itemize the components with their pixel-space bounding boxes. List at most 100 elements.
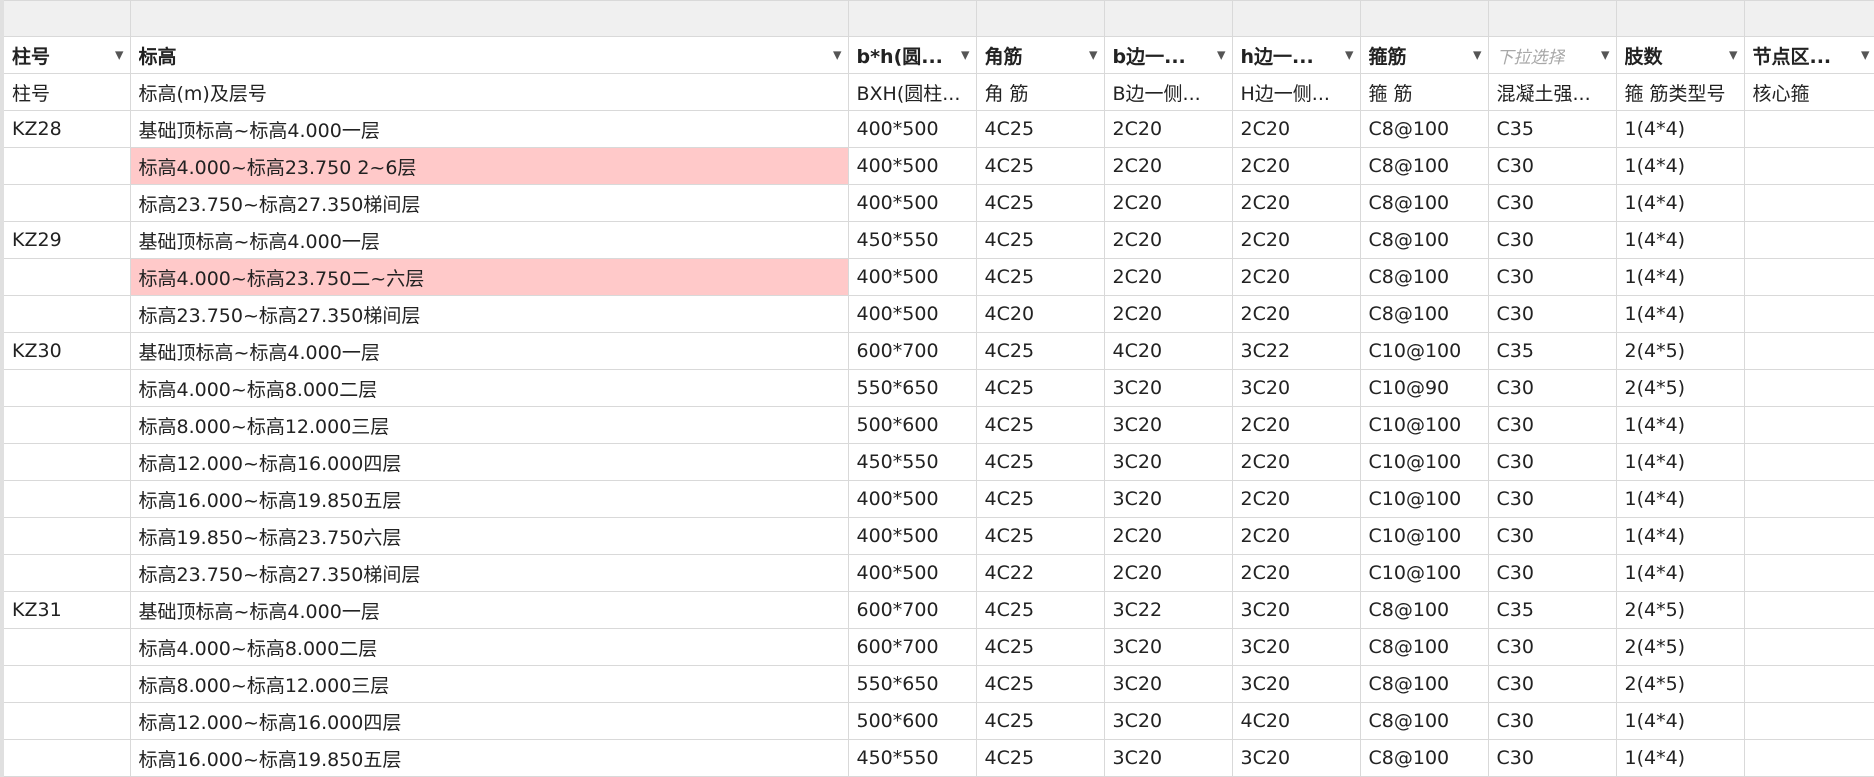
- table-cell[interactable]: [1743, 480, 1874, 518]
- table-cell[interactable]: 1(4*4): [1615, 739, 1745, 777]
- table-cell[interactable]: 3C20: [1103, 739, 1233, 777]
- column-handle[interactable]: [975, 0, 1105, 37]
- column-header[interactable]: h边一... ▼: [1231, 36, 1361, 74]
- table-cell[interactable]: [1743, 443, 1874, 481]
- table-cell[interactable]: 3C20: [1103, 443, 1233, 481]
- table-cell[interactable]: [1743, 702, 1874, 740]
- table-cell[interactable]: [1743, 665, 1874, 703]
- table-cell[interactable]: 3C22: [1231, 332, 1361, 370]
- table-cell[interactable]: 标高12.000~标高16.000四层: [129, 443, 849, 481]
- table-cell[interactable]: [1743, 332, 1874, 370]
- table-cell[interactable]: 4C25: [975, 147, 1105, 185]
- table-cell[interactable]: C8@100: [1359, 739, 1489, 777]
- table-cell[interactable]: C8@100: [1359, 628, 1489, 666]
- table-cell[interactable]: 标高16.000~标高19.850五层: [129, 739, 849, 777]
- table-cell[interactable]: [0, 443, 131, 481]
- table-cell[interactable]: [0, 258, 131, 296]
- table-cell[interactable]: 标高23.750~标高27.350梯间层: [129, 184, 849, 222]
- table-cell[interactable]: [1743, 406, 1874, 444]
- table-cell[interactable]: C10@100: [1359, 406, 1489, 444]
- table-cell[interactable]: 400*500: [847, 258, 977, 296]
- table-cell[interactable]: C8@100: [1359, 702, 1489, 740]
- table-cell[interactable]: 2C20: [1231, 295, 1361, 333]
- table-row[interactable]: 标高12.000~标高16.000四层 450*550 4C25 3C20 2C20 C1…: [0, 443, 1874, 481]
- table-row[interactable]: 标高23.750~标高27.350梯间层 400*500 4C20 2C20 2C20 C…: [0, 295, 1874, 333]
- table-cell[interactable]: 标高4.000~标高8.000二层: [129, 369, 849, 407]
- table-cell[interactable]: 4C25: [975, 110, 1105, 148]
- table-cell[interactable]: KZ28: [0, 110, 131, 148]
- triangle-down-icon[interactable]: ▼: [1729, 49, 1737, 62]
- table-cell[interactable]: 500*600: [847, 406, 977, 444]
- triangle-down-icon[interactable]: ▼: [1473, 49, 1481, 62]
- table-cell[interactable]: 1(4*4): [1615, 295, 1745, 333]
- triangle-down-icon[interactable]: ▼: [1861, 49, 1869, 62]
- table-cell[interactable]: 3C22: [1103, 591, 1233, 629]
- table-cell[interactable]: C30: [1487, 184, 1617, 222]
- table-cell[interactable]: KZ31: [0, 591, 131, 629]
- table-cell[interactable]: 550*650: [847, 665, 977, 703]
- table-cell[interactable]: KZ30: [0, 332, 131, 370]
- table-row[interactable]: 标高23.750~标高27.350梯间层 400*500 4C25 2C20 2C20 C…: [0, 184, 1874, 222]
- table-cell[interactable]: 2(4*5): [1615, 628, 1745, 666]
- table-cell[interactable]: C8@100: [1359, 221, 1489, 259]
- table-cell[interactable]: 2(4*5): [1615, 591, 1745, 629]
- table-cell[interactable]: 3C20: [1103, 665, 1233, 703]
- table-cell[interactable]: 基础顶标高~标高4.000一层: [129, 332, 849, 370]
- table-cell[interactable]: 2C20: [1103, 517, 1233, 555]
- table-cell[interactable]: 标高8.000~标高12.000三层: [129, 665, 849, 703]
- table-cell[interactable]: 4C25: [975, 591, 1105, 629]
- table-cell[interactable]: C30: [1487, 517, 1617, 555]
- table-cell[interactable]: 4C25: [975, 443, 1105, 481]
- table-row[interactable]: 标高8.000~标高12.000三层 500*600 4C25 3C20 2C20 C10…: [0, 406, 1874, 444]
- table-cell[interactable]: C35: [1487, 110, 1617, 148]
- table-cell[interactable]: C35: [1487, 591, 1617, 629]
- table-cell[interactable]: C8@100: [1359, 665, 1489, 703]
- column-handle[interactable]: [0, 0, 131, 37]
- table-cell[interactable]: 4C25: [975, 665, 1105, 703]
- table-cell[interactable]: C30: [1487, 554, 1617, 592]
- table-cell[interactable]: 4C25: [975, 628, 1105, 666]
- table-cell[interactable]: 600*700: [847, 332, 977, 370]
- table-cell[interactable]: 标高12.000~标高16.000四层: [129, 702, 849, 740]
- table-cell[interactable]: 3C20: [1231, 369, 1361, 407]
- table-cell[interactable]: 基础顶标高~标高4.000一层: [129, 221, 849, 259]
- table-cell[interactable]: 2C20: [1231, 110, 1361, 148]
- table-cell[interactable]: 4C25: [975, 369, 1105, 407]
- table-cell[interactable]: 2(4*5): [1615, 332, 1745, 370]
- table-cell[interactable]: 2C20: [1231, 258, 1361, 296]
- triangle-down-icon[interactable]: ▼: [1089, 49, 1097, 62]
- table-cell[interactable]: C8@100: [1359, 258, 1489, 296]
- table-cell[interactable]: C30: [1487, 480, 1617, 518]
- table-cell[interactable]: 4C25: [975, 702, 1105, 740]
- table-cell[interactable]: 4C25: [975, 517, 1105, 555]
- table-cell[interactable]: [0, 480, 131, 518]
- table-cell[interactable]: 基础顶标高~标高4.000一层: [129, 110, 849, 148]
- table-cell[interactable]: 3C20: [1103, 628, 1233, 666]
- table-row[interactable]: KZ28 基础顶标高~标高4.000一层 400*500 4C25 2C20 2C20 C8…: [0, 110, 1874, 148]
- table-cell[interactable]: 4C25: [975, 332, 1105, 370]
- table-row[interactable]: KZ30 基础顶标高~标高4.000一层 600*700 4C25 4C20 3C22 C1…: [0, 332, 1874, 370]
- table-cell[interactable]: 4C25: [975, 406, 1105, 444]
- table-cell[interactable]: 3C20: [1103, 702, 1233, 740]
- table-cell[interactable]: [0, 406, 131, 444]
- column-handle[interactable]: [1359, 0, 1489, 37]
- table-cell[interactable]: [1743, 295, 1874, 333]
- table-cell[interactable]: [1743, 739, 1874, 777]
- table-cell[interactable]: 2C20: [1103, 110, 1233, 148]
- table-cell[interactable]: 1(4*4): [1615, 554, 1745, 592]
- table-cell[interactable]: [1743, 554, 1874, 592]
- table-cell[interactable]: 2(4*5): [1615, 665, 1745, 703]
- table-cell[interactable]: 基础顶标高~标高4.000一层: [129, 591, 849, 629]
- table-cell[interactable]: 2C20: [1231, 480, 1361, 518]
- column-header[interactable]: 柱号 ▼: [0, 36, 131, 74]
- table-cell[interactable]: 4C20: [975, 295, 1105, 333]
- column-header[interactable]: 肢数 ▼: [1615, 36, 1745, 74]
- table-row[interactable]: 标高16.000~标高19.850五层 400*500 4C25 3C20 2C20 C1…: [0, 480, 1874, 518]
- table-cell[interactable]: C8@100: [1359, 184, 1489, 222]
- triangle-down-icon[interactable]: ▼: [961, 49, 969, 62]
- triangle-down-icon[interactable]: ▼: [1601, 49, 1609, 62]
- table-cell[interactable]: 2C20: [1231, 517, 1361, 555]
- table-cell[interactable]: [0, 739, 131, 777]
- table-cell[interactable]: C30: [1487, 221, 1617, 259]
- table-cell[interactable]: C10@100: [1359, 554, 1489, 592]
